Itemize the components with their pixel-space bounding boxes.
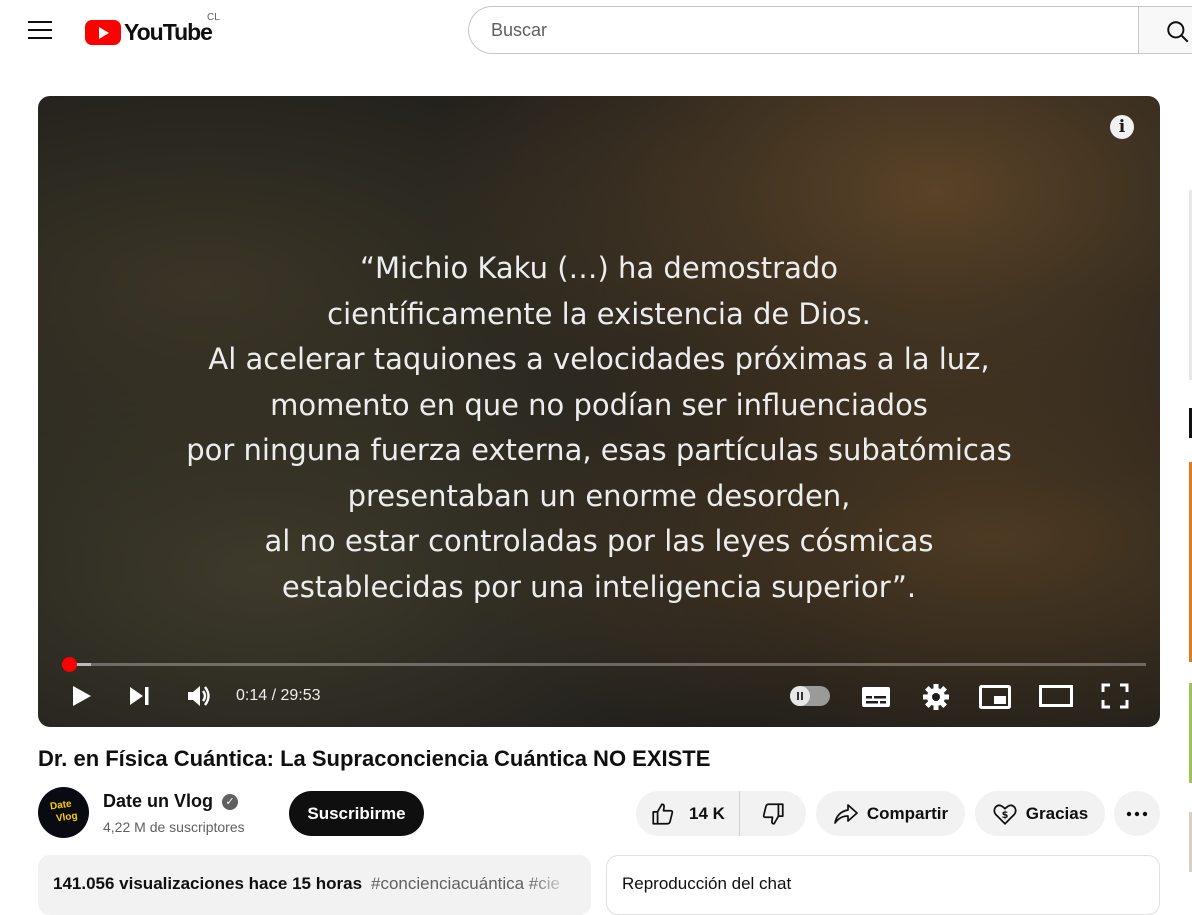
search-input[interactable] [489, 19, 1093, 42]
youtube-logo[interactable]: YouTube CL [85, 12, 220, 45]
views-and-date: 141.056 visualizaciones hace 15 horas [53, 874, 363, 893]
more-options-icon [1126, 811, 1148, 816]
quote-line: presentaban un enorme desorden, [347, 478, 851, 513]
logo-text: YouTube [124, 18, 213, 45]
thanks-button[interactable]: $ Gracias [975, 791, 1105, 836]
hamburger-menu-icon[interactable] [28, 21, 52, 39]
search-icon [1167, 21, 1189, 43]
country-code: CL [207, 12, 220, 23]
video-frame-quote: “Michio Kaku (…) ha demostrado científic… [38, 246, 1160, 610]
chat-replay-panel[interactable]: Reproducción del chat [606, 855, 1160, 915]
subtitles-icon[interactable] [861, 685, 891, 709]
scrubber-handle[interactable] [62, 657, 78, 672]
quote-line: establecidas por una inteligencia superi… [281, 569, 917, 604]
text-fade [528, 855, 591, 915]
quote-line: científicamente la existencia de Dios. [327, 296, 871, 331]
share-label: Compartir [866, 803, 949, 823]
super-thanks-heart-icon: $ [993, 803, 1017, 825]
dislike-button[interactable] [740, 791, 806, 836]
youtube-play-logo-icon [85, 19, 121, 45]
thumbs-up-icon [652, 802, 674, 825]
more-options-button[interactable] [1114, 791, 1160, 836]
miniplayer-icon[interactable] [979, 685, 1011, 709]
quote-line: “Michio Kaku (…) ha demostrado [359, 251, 838, 285]
volume-icon[interactable] [185, 683, 213, 709]
quote-line: por ninguna fuerza externa, esas partícu… [186, 433, 1012, 467]
channel-avatar[interactable]: Date Vlog [38, 787, 89, 838]
verified-badge-icon: ✓ [222, 794, 238, 810]
description-box[interactable]: 141.056 visualizaciones hace 15 horas #c… [38, 855, 591, 915]
next-icon[interactable] [127, 684, 153, 708]
svg-text:$: $ [1001, 809, 1008, 820]
search-box [468, 6, 1138, 54]
like-button[interactable]: 14 K [636, 791, 740, 836]
share-button[interactable]: Compartir [816, 791, 965, 836]
time-display: 0:14 / 29:53 [236, 687, 321, 704]
thumbs-down-icon [762, 802, 784, 825]
video-player[interactable]: i “Michio Kaku (…) ha demostrado científ… [38, 96, 1160, 727]
info-icon[interactable]: i [1110, 115, 1134, 139]
thanks-label: Gracias [1025, 803, 1089, 823]
subscriber-count: 4,22 M de suscriptores [103, 819, 245, 835]
subscribe-button[interactable]: Suscribirme [289, 791, 424, 836]
quote-line: momento en que no podían ser influenciad… [270, 387, 928, 422]
autoplay-pause-icon [790, 686, 810, 706]
settings-icon[interactable] [922, 683, 950, 711]
progress-bar[interactable] [62, 657, 1146, 672]
channel-name[interactable]: Date un Vlog [103, 791, 213, 812]
autoplay-toggle[interactable] [790, 686, 830, 706]
play-icon[interactable] [68, 683, 94, 709]
search-button[interactable] [1138, 6, 1192, 54]
theater-mode-icon[interactable] [1039, 685, 1073, 707]
quote-line: Al acelerar taquiones a velocidades próx… [208, 342, 990, 376]
quote-line: al no estar controladas por las leyes có… [264, 524, 934, 558]
chat-replay-label: Reproducción del chat [622, 874, 792, 893]
share-icon [834, 803, 858, 824]
like-dislike-group: 14 K [636, 791, 806, 836]
fullscreen-icon[interactable] [1101, 683, 1129, 709]
video-title: Dr. en Física Cuántica: La Supraconcienc… [38, 746, 711, 771]
like-count: 14 K [689, 803, 725, 823]
